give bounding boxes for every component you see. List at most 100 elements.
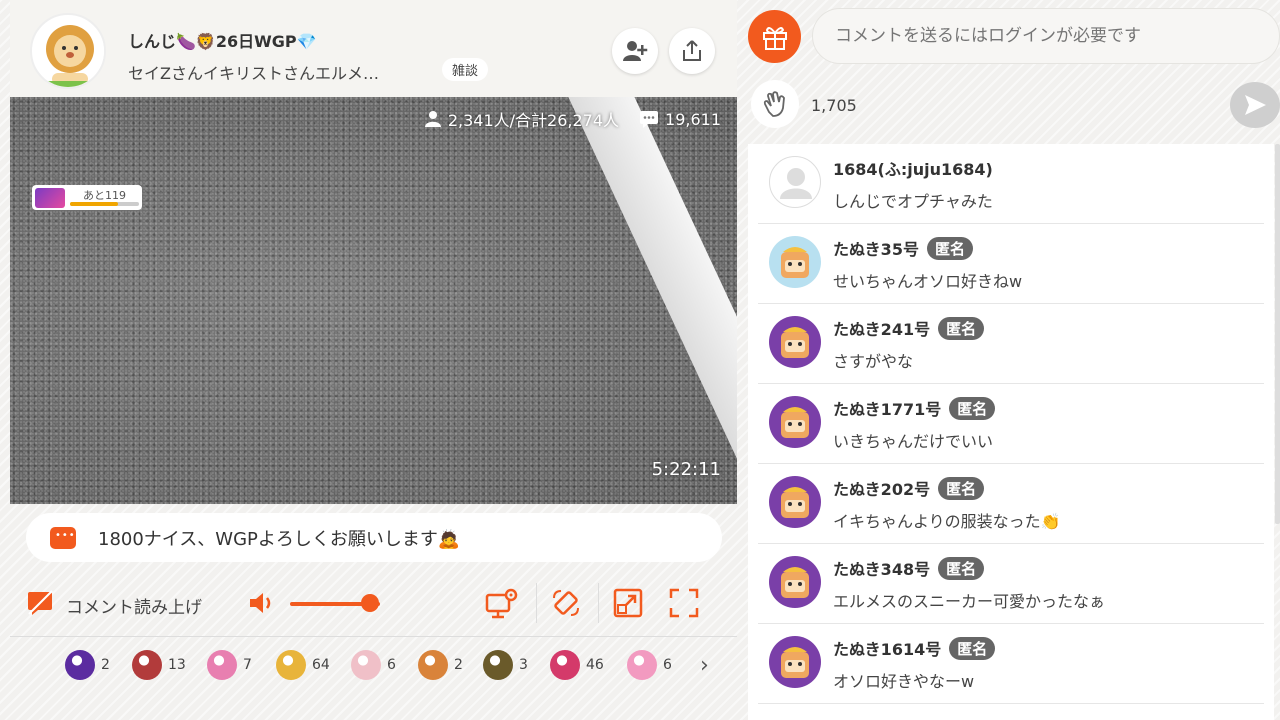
tanuki-avatar-icon[interactable] <box>769 556 821 608</box>
comment-username[interactable]: たぬき1614号 匿名 <box>833 636 996 660</box>
comment-username-text: 1684(ふ:juju1684) <box>833 160 993 179</box>
default-user-avatar-icon[interactable] <box>769 156 821 208</box>
gift-tally-count: 46 <box>586 657 604 673</box>
comment-item[interactable]: たぬき241号 匿名さすがやな <box>758 304 1264 384</box>
rotate-button[interactable] <box>548 585 584 621</box>
gift-tally-count: 2 <box>454 657 463 673</box>
comment-username[interactable]: たぬき35号 匿名 <box>833 236 973 260</box>
purple-badge-gift-icon <box>65 650 95 680</box>
tts-label[interactable]: コメント読み上げ <box>66 593 202 618</box>
tanuki-avatar-icon[interactable] <box>769 396 821 448</box>
fullscreen-button[interactable] <box>666 585 702 621</box>
video-player[interactable]: 2,341人/合計26,274人 19,611 あと119 5:22:11 <box>10 97 737 504</box>
gift-tally-count: 6 <box>663 657 672 673</box>
comment-list[interactable]: 1684(ふ:juju1684) しんじでオプチャみた たぬき35号 匿名 せいちゃんオ… <box>748 144 1274 720</box>
gift-tally-count: 7 <box>243 657 252 673</box>
clap-count: 1,705 <box>811 96 857 115</box>
clap-icon <box>763 91 785 117</box>
comment-username[interactable]: 1684(ふ:juju1684) <box>833 156 993 180</box>
category-badge[interactable]: 雑談 <box>442 58 489 81</box>
comment-item[interactable]: たぬき348号 匿名エルメスのスニーカー可愛かったなぁ <box>758 544 1264 624</box>
comment-item[interactable]: 1684(ふ:juju1684) しんじでオプチャみた <box>758 144 1264 224</box>
rotate-icon <box>553 590 579 616</box>
tanuki-avatar-icon[interactable] <box>769 476 821 528</box>
gift-tally-count: 64 <box>312 657 330 673</box>
quality-settings-button[interactable] <box>484 585 520 621</box>
comment-username-text: たぬき202号 <box>833 480 931 499</box>
gift-tally-item[interactable]: 6 <box>627 649 672 681</box>
chevron-right-icon[interactable]: › <box>700 653 709 678</box>
clap-button[interactable] <box>751 80 799 128</box>
popout-button[interactable] <box>610 585 646 621</box>
comment-username[interactable]: たぬき1771号 匿名 <box>833 396 996 420</box>
volume-slider-handle[interactable] <box>360 594 379 612</box>
anonymous-badge: 匿名 <box>938 316 985 340</box>
viewer-stats: 2,341人/合計26,274人 19,611 <box>424 107 721 131</box>
comment-item[interactable]: たぬき1614号 匿名オソロ好きやなーw <box>758 624 1264 704</box>
gift-tally-item[interactable]: 13 <box>132 649 186 681</box>
lion-avatar-icon <box>34 17 104 87</box>
tanuki-avatar-icon[interactable] <box>769 316 821 368</box>
follow-button[interactable] <box>612 28 658 74</box>
tanuki-avatar-icon[interactable] <box>769 236 821 288</box>
gift-goal-progress[interactable]: あと119 <box>32 185 142 210</box>
controls-divider <box>536 583 537 623</box>
gift-goal-thumbnail <box>35 187 65 208</box>
comment-input[interactable] <box>812 8 1280 64</box>
stream-header: しんじ🍆🦁26日WGP💎 セイZさんイキリストさんエルメ… 雑談 <box>10 0 737 97</box>
comment-text: イキちゃんよりの服装なった👏 <box>833 512 1061 531</box>
viewer-count: 2,341人/合計26,274人 <box>447 111 620 130</box>
comment-username[interactable]: たぬき241号 匿名 <box>833 316 985 340</box>
gift-tally-item[interactable]: 7 <box>207 649 252 681</box>
cake-gift-icon <box>207 650 237 680</box>
tanuki-avatar-icon[interactable] <box>769 636 821 688</box>
gift-tally-count: 2 <box>101 657 110 673</box>
gift-tally-item[interactable]: 2 <box>418 649 463 681</box>
panda-gift-icon <box>132 650 162 680</box>
video-frame-detail <box>565 97 737 504</box>
comment-item[interactable]: たぬき202号 匿名イキちゃんよりの服装なった👏 <box>758 464 1264 544</box>
fullscreen-icon <box>669 588 699 618</box>
streamer-name[interactable]: しんじ🍆🦁26日WGP💎 <box>128 28 317 52</box>
gift-goal-label: あと119 <box>83 188 126 202</box>
gift-icon <box>762 26 787 50</box>
send-button[interactable] <box>1230 82 1280 128</box>
gift-button[interactable] <box>748 10 801 63</box>
comment-username[interactable]: たぬき348号 匿名 <box>833 556 985 580</box>
gift-tally-item[interactable]: 3 <box>483 649 528 681</box>
anonymous-badge: 匿名 <box>926 236 973 260</box>
streamer-telop: 1800ナイス、WGPよろしくお願いします🙇 <box>26 513 722 562</box>
send-arrow-icon <box>1245 95 1266 115</box>
comment-username-text: たぬき35号 <box>833 240 919 259</box>
share-button[interactable] <box>669 28 715 74</box>
elapsed-time: 5:22:11 <box>651 459 721 480</box>
player-panel: しんじ🍆🦁26日WGP💎 セイZさんイキリストさんエルメ… 雑談 2,341人/… <box>10 0 737 720</box>
streamer-avatar[interactable] <box>30 13 106 89</box>
anonymous-badge: 匿名 <box>949 636 996 660</box>
tts-toggle-button[interactable] <box>22 585 58 621</box>
comment-text: せいちゃんオソロ好きねw <box>833 272 1023 291</box>
comment-item[interactable]: たぬき1771号 匿名 いきちゃんだけでいい <box>758 384 1264 464</box>
comment-text: オソロ好きやなーw <box>833 672 975 691</box>
gift-tally-item[interactable]: 6 <box>351 649 396 681</box>
comment-text: エルメスのスニーカー可愛かったなぁ <box>833 592 1106 611</box>
gift-tally-count: 6 <box>387 657 396 673</box>
share-icon <box>683 40 701 61</box>
comment-text: さすがやな <box>833 352 914 371</box>
telop-text: 1800ナイス、WGPよろしくお願いします🙇 <box>98 528 461 550</box>
gift-tally-count: 13 <box>168 657 186 673</box>
player-controls: コメント読み上げ <box>10 575 737 635</box>
anonymous-badge: 匿名 <box>938 476 985 500</box>
gift-goal-bar-fill <box>70 201 119 206</box>
screen-gear-icon <box>485 588 518 619</box>
hearts-gift-icon <box>550 650 580 680</box>
comment-username-text: たぬき1614号 <box>833 640 942 659</box>
gift-tally-item[interactable]: 64 <box>276 649 330 681</box>
comment-scrollbar[interactable] <box>1275 144 1280 524</box>
gift-tally-item[interactable]: 46 <box>550 649 604 681</box>
comment-item[interactable]: たぬき35号 匿名せいちゃんオソロ好きねw <box>758 224 1264 304</box>
mute-button[interactable] <box>244 585 280 621</box>
comment-username[interactable]: たぬき202号 匿名 <box>833 476 985 500</box>
gift-tally-item[interactable]: 2 <box>65 649 110 681</box>
stream-title: セイZさんイキリストさんエルメ… <box>128 64 379 83</box>
